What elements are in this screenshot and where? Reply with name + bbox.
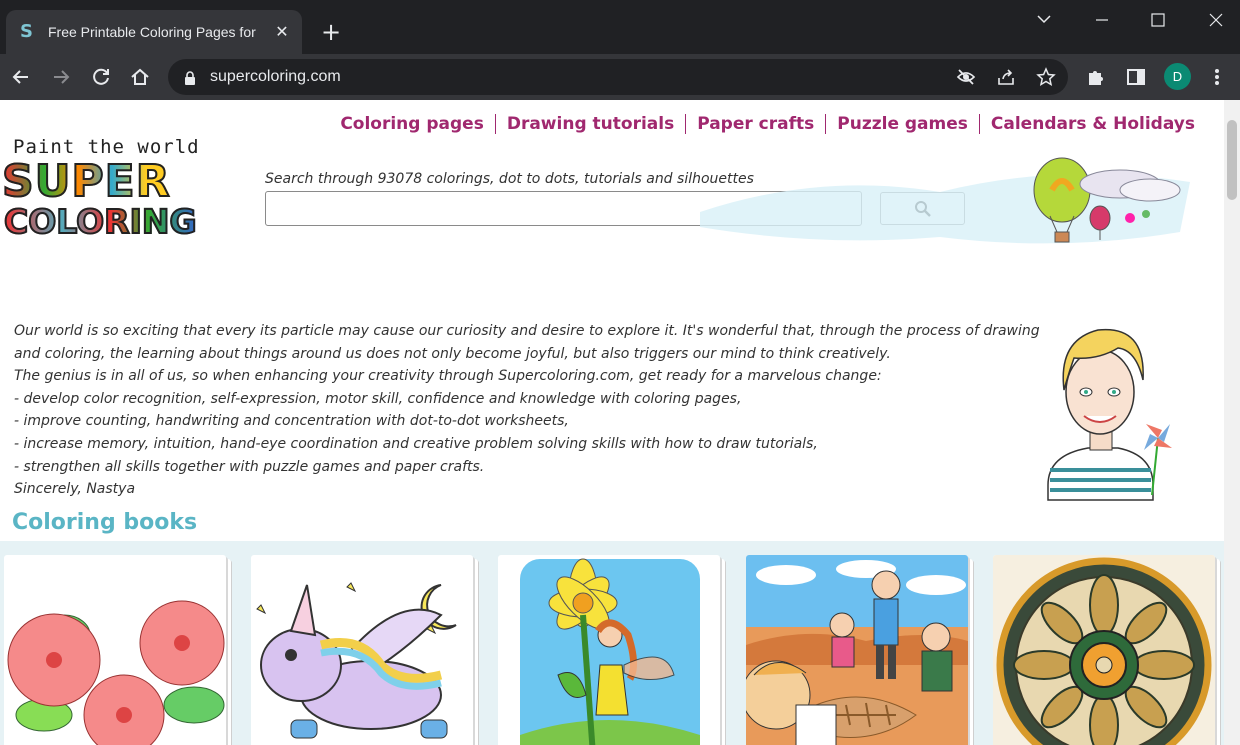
- browser-toolbar: supercoloring.com D: [0, 54, 1240, 100]
- coloring-books-heading[interactable]: Coloring books: [12, 510, 197, 535]
- close-window-icon[interactable]: [1194, 8, 1238, 32]
- intro-line: - strengthen all skills together with pu…: [14, 458, 485, 475]
- profile-avatar[interactable]: D: [1164, 63, 1191, 90]
- intro-line: - improve counting, handwriting and conc…: [14, 413, 569, 430]
- minimize-icon[interactable]: [1080, 8, 1124, 32]
- header-balloons-illustration: [700, 152, 1200, 252]
- logo-word-coloring: COLORING: [3, 201, 198, 242]
- search-caption: Search through 93078 colorings, dot to d…: [265, 171, 754, 187]
- web-page: Coloring pages Drawing tutorials Paper c…: [0, 100, 1224, 745]
- address-bar[interactable]: supercoloring.com: [168, 59, 1068, 95]
- intro-line: Sincerely, Nastya: [14, 481, 136, 498]
- maximize-icon[interactable]: [1136, 8, 1180, 32]
- book-card-unicorn[interactable]: [251, 555, 473, 745]
- logo-tagline: Paint the world: [13, 136, 200, 158]
- book-card-hibiscus[interactable]: [4, 555, 226, 745]
- scrollbar-thumb[interactable]: [1227, 120, 1237, 200]
- intro-text: Our world is so exciting that every its …: [14, 320, 1040, 501]
- coloring-books-carousel: [0, 541, 1224, 745]
- nastya-portrait-illustration: [1028, 320, 1178, 502]
- side-panel-icon[interactable]: [1125, 66, 1147, 88]
- nav-coloring-pages[interactable]: Coloring pages: [329, 114, 495, 134]
- tab-title: Free Printable Coloring Pages for: [48, 24, 256, 40]
- puzzle-icon[interactable]: [1085, 66, 1107, 88]
- intro-line: and coloring, the learning about things …: [14, 345, 891, 362]
- site-logo[interactable]: Paint the world SUPER COLORING: [1, 136, 199, 248]
- intro-line: Our world is so exciting that every its …: [14, 323, 1040, 339]
- intro-line: - develop color recognition, self-expres…: [14, 390, 742, 407]
- share-icon[interactable]: [996, 67, 1016, 87]
- reload-icon[interactable]: [88, 64, 114, 90]
- site-favicon-icon: S: [20, 21, 33, 42]
- book-card-fairy[interactable]: [498, 555, 720, 745]
- eye-off-icon[interactable]: [956, 67, 976, 87]
- logo-word-super: SUPER: [1, 155, 171, 208]
- nav-paper-crafts[interactable]: Paper crafts: [685, 114, 825, 134]
- new-tab-button[interactable]: +: [318, 20, 344, 46]
- intro-line: - increase memory, intuition, hand-eye c…: [14, 435, 818, 452]
- nav-puzzle-games[interactable]: Puzzle games: [825, 114, 979, 134]
- nav-drawing-tutorials[interactable]: Drawing tutorials: [494, 114, 685, 134]
- browser-tab[interactable]: S Free Printable Coloring Pages for ✕: [6, 10, 302, 54]
- browser-tab-bar: S Free Printable Coloring Pages for ✕ +: [0, 0, 1240, 54]
- intro-line: The genius is in all of us, so when enha…: [14, 368, 882, 385]
- url-text[interactable]: supercoloring.com: [210, 67, 341, 87]
- back-icon[interactable]: [8, 64, 34, 90]
- tab-close-icon[interactable]: ✕: [272, 22, 292, 42]
- star-icon[interactable]: [1036, 67, 1056, 87]
- home-icon[interactable]: [127, 64, 153, 90]
- page-scrollbar[interactable]: [1224, 100, 1240, 745]
- book-card-dinosaur-dig[interactable]: [746, 555, 968, 745]
- site-nav: Coloring pages Drawing tutorials Paper c…: [329, 113, 1206, 135]
- tab-search-icon[interactable]: [1022, 8, 1066, 32]
- menu-icon[interactable]: [1206, 66, 1228, 88]
- book-card-mandala[interactable]: [993, 555, 1215, 745]
- lock-icon[interactable]: [184, 70, 196, 85]
- forward-icon[interactable]: [48, 64, 74, 90]
- nav-calendars-holidays[interactable]: Calendars & Holidays: [978, 114, 1206, 134]
